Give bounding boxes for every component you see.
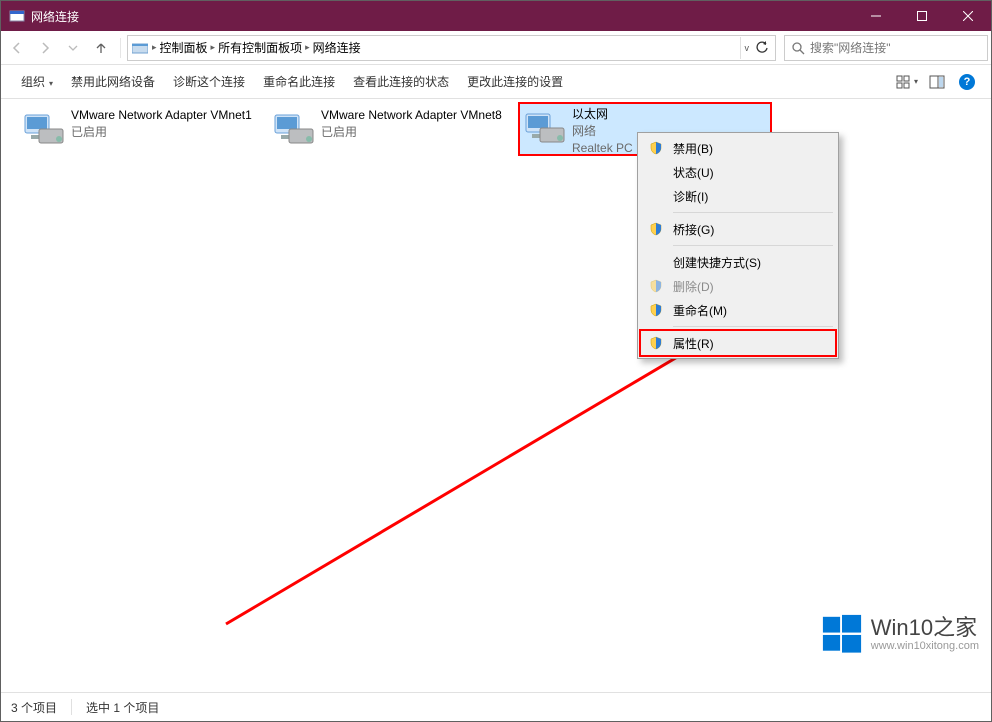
forward-button[interactable]: [32, 35, 58, 61]
back-button[interactable]: [4, 35, 30, 61]
organize-menu[interactable]: 组织: [13, 67, 61, 96]
window-icon: [9, 8, 25, 24]
content-area: VMware Network Adapter VMnet1 已启用 VMware…: [1, 99, 991, 691]
cm-delete: 删除(D): [641, 274, 835, 298]
adapter-status: 已启用: [71, 124, 252, 141]
adapter-device: Realtek PC: [572, 140, 633, 157]
network-adapter-icon: [21, 107, 65, 151]
titlebar: 网络连接: [1, 1, 991, 31]
help-button[interactable]: ?: [953, 70, 981, 94]
search-input[interactable]: 搜索"网络连接": [784, 35, 988, 61]
adapter-name: VMware Network Adapter VMnet8: [321, 107, 502, 124]
network-adapter-item[interactable]: VMware Network Adapter VMnet1 已启用: [19, 105, 267, 153]
cm-bridge[interactable]: 桥接(G): [641, 217, 835, 241]
refresh-button[interactable]: [751, 41, 773, 55]
address-bar[interactable]: ▸ 控制面板 ▸ 所有控制面板项 ▸ 网络连接 v: [127, 35, 776, 61]
watermark: Win10之家 www.win10xitong.com: [821, 613, 979, 655]
network-adapter-icon: [522, 106, 566, 150]
breadcrumb[interactable]: 网络连接: [310, 37, 364, 59]
adapter-status: 已启用: [321, 124, 502, 141]
context-menu: 禁用(B) 状态(U) 诊断(I) 桥接(G) 创建快捷方式(S) 删除(D) …: [637, 132, 839, 359]
window-title: 网络连接: [31, 8, 853, 25]
cm-shortcut[interactable]: 创建快捷方式(S): [641, 250, 835, 274]
cm-disable[interactable]: 禁用(B): [641, 136, 835, 160]
shield-icon: [649, 141, 663, 155]
shield-icon: [649, 279, 663, 293]
adapter-network: 网络: [572, 123, 633, 140]
network-adapter-icon: [271, 107, 315, 151]
tb-viewstatus[interactable]: 查看此连接的状态: [345, 67, 457, 96]
shield-icon: [649, 222, 663, 236]
cm-properties[interactable]: 属性(R): [641, 331, 835, 355]
breadcrumb[interactable]: 控制面板: [157, 37, 211, 59]
cm-rename[interactable]: 重命名(M): [641, 298, 835, 322]
location-icon: [132, 40, 148, 56]
breadcrumb[interactable]: 所有控制面板项: [215, 37, 305, 59]
windows-logo-icon: [821, 613, 863, 655]
recent-dropdown[interactable]: [60, 35, 86, 61]
view-options-button[interactable]: [893, 70, 921, 94]
item-count: 3 个项目: [11, 699, 57, 716]
up-button[interactable]: [88, 35, 114, 61]
search-placeholder: 搜索"网络连接": [810, 39, 891, 56]
tb-rename[interactable]: 重命名此连接: [255, 67, 343, 96]
minimize-button[interactable]: [853, 1, 899, 31]
shield-icon: [649, 336, 663, 350]
shield-icon: [649, 303, 663, 317]
adapter-name: VMware Network Adapter VMnet1: [71, 107, 252, 124]
maximize-button[interactable]: [899, 1, 945, 31]
selected-count: 选中 1 个项目: [86, 699, 159, 716]
annotation-arrow: [216, 324, 836, 629]
cm-status[interactable]: 状态(U): [641, 160, 835, 184]
preview-pane-button[interactable]: [923, 70, 951, 94]
search-icon: [791, 41, 805, 55]
tb-disable[interactable]: 禁用此网络设备: [63, 67, 163, 96]
tb-diagnose[interactable]: 诊断这个连接: [165, 67, 253, 96]
nav-row: ▸ 控制面板 ▸ 所有控制面板项 ▸ 网络连接 v 搜索"网络连接": [1, 31, 991, 65]
adapter-name: 以太网: [572, 106, 633, 123]
tb-change[interactable]: 更改此连接的设置: [459, 67, 571, 96]
status-bar: 3 个项目 选中 1 个项目: [1, 692, 991, 721]
network-adapter-item[interactable]: VMware Network Adapter VMnet8 已启用: [269, 105, 517, 153]
toolbar: 组织 禁用此网络设备 诊断这个连接 重命名此连接 查看此连接的状态 更改此连接的…: [1, 65, 991, 99]
close-button[interactable]: [945, 1, 991, 31]
cm-diagnose[interactable]: 诊断(I): [641, 184, 835, 208]
chevron-down-icon[interactable]: v: [745, 43, 750, 53]
